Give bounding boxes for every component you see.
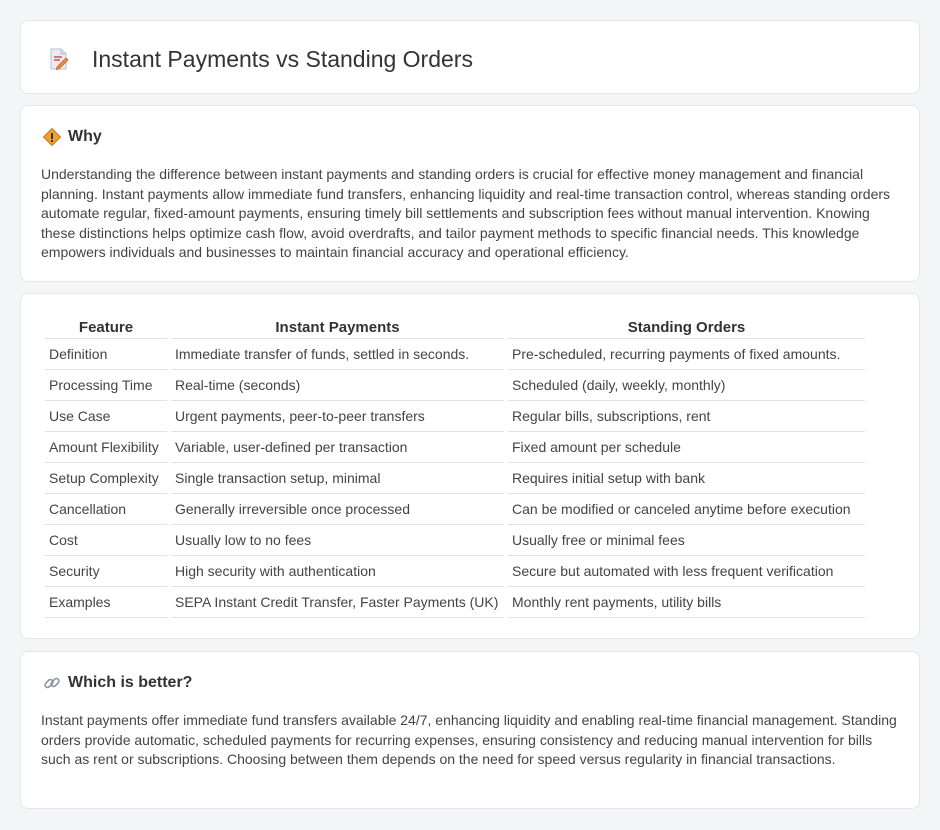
comparison-section: Feature Instant Payments Standing Orders… [20,293,920,639]
better-heading-row: Which is better? [43,672,192,694]
why-heading: Why [68,128,102,145]
table-cell: High security with authentication [171,556,504,587]
table-cell: Immediate transfer of funds, settled in … [171,339,504,370]
table-row: Examples SEPA Instant Credit Transfer, F… [45,587,865,618]
why-heading-row: Why [42,126,102,148]
table-cell: Single transaction setup, minimal [171,463,504,494]
table-cell: Examples [45,587,167,618]
table-row: Processing Time Real-time (seconds) Sche… [45,370,865,401]
document-pencil-icon [47,47,71,71]
table-cell: Processing Time [45,370,167,401]
table-cell: Definition [45,339,167,370]
table-cell: Setup Complexity [45,463,167,494]
table-cell: Urgent payments, peer-to-peer transfers [171,401,504,432]
table-cell: Generally irreversible once processed [171,494,504,525]
better-heading: Which is better? [68,674,193,691]
table-cell: Secure but automated with less frequent … [508,556,865,587]
table-cell: Usually free or minimal fees [508,525,865,556]
table-row: Definition Immediate transfer of funds, … [45,339,865,370]
table-cell: Amount Flexibility [45,432,167,463]
table-row: Security High security with authenticati… [45,556,865,587]
table-cell: Real-time (seconds) [171,370,504,401]
table-cell: Fixed amount per schedule [508,432,865,463]
table-row: Setup Complexity Single transaction setu… [45,463,865,494]
table-cell: Cancellation [45,494,167,525]
table-row: Cancellation Generally irreversible once… [45,494,865,525]
table-row: Cost Usually low to no fees Usually free… [45,525,865,556]
diamond-sign-icon [42,127,62,147]
column-header: Standing Orders [508,314,865,339]
table-header-row: Feature Instant Payments Standing Orders [45,314,865,339]
table-cell: SEPA Instant Credit Transfer, Faster Pay… [171,587,504,618]
why-section: Why Understanding the difference between… [20,105,920,282]
column-header: Feature [45,314,167,339]
column-header: Instant Payments [171,314,504,339]
table-cell: Pre-scheduled, recurring payments of fix… [508,339,865,370]
comparison-table: Feature Instant Payments Standing Orders… [41,314,869,618]
table-cell: Usually low to no fees [171,525,504,556]
page-title: Instant Payments vs Standing Orders [92,46,473,72]
table-cell: Use Case [45,401,167,432]
link-icon [43,674,61,692]
table-cell: Security [45,556,167,587]
better-text: Instant payments offer immediate fund tr… [41,712,897,767]
table-row: Amount Flexibility Variable, user-define… [45,432,865,463]
table-cell: Variable, user-defined per transaction [171,432,504,463]
table-cell: Monthly rent payments, utility bills [508,587,865,618]
why-text: Understanding the difference between ins… [41,166,891,260]
table-cell: Can be modified or canceled anytime befo… [508,494,865,525]
table-cell: Requires initial setup with bank [508,463,865,494]
title-card: Instant Payments vs Standing Orders [20,20,920,94]
table-cell: Regular bills, subscriptions, rent [508,401,865,432]
table-row: Use Case Urgent payments, peer-to-peer t… [45,401,865,432]
table-cell: Scheduled (daily, weekly, monthly) [508,370,865,401]
table-cell: Cost [45,525,167,556]
which-is-better-section: Which is better? Instant payments offer … [20,651,920,809]
